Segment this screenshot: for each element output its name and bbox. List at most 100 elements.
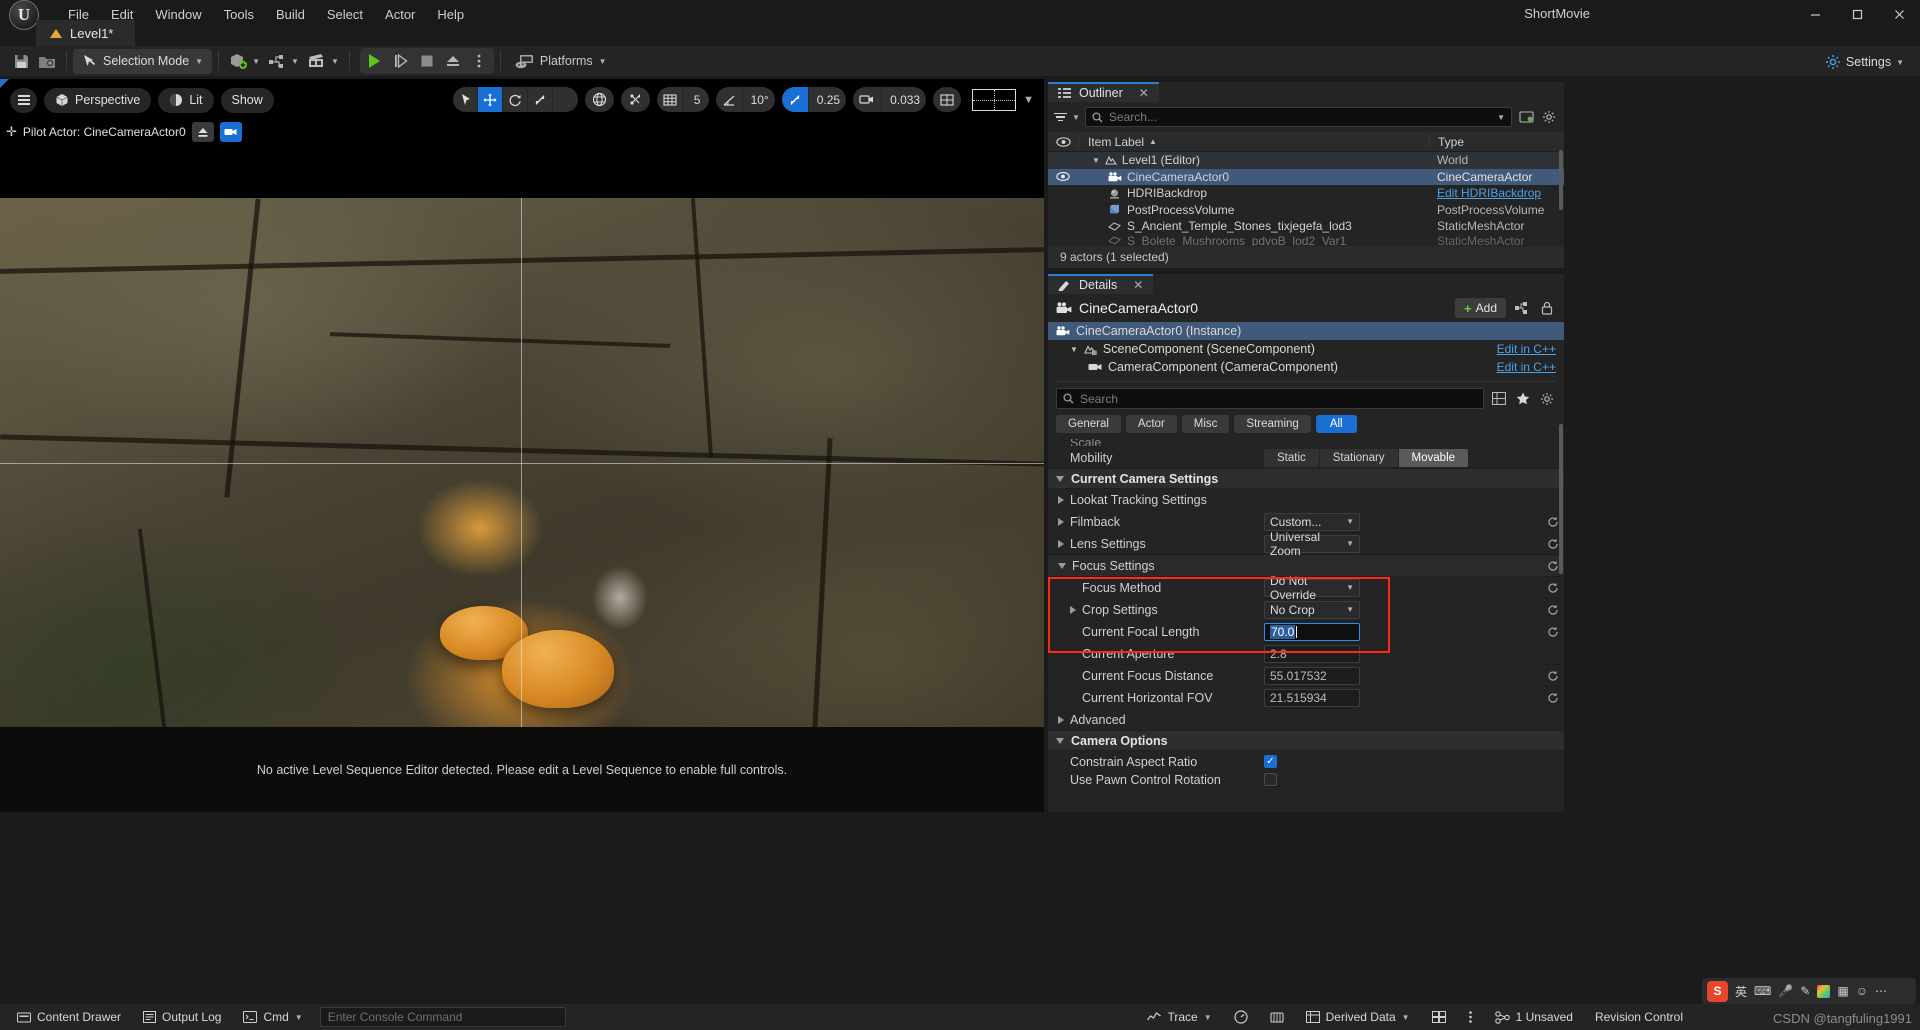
viewport-perspective-button[interactable]: Perspective [44, 87, 152, 113]
property-value-constrain-aspect[interactable]: ✓ [1260, 755, 1542, 768]
chevron-down-icon-layout[interactable]: ▼ [1023, 94, 1034, 106]
filter-chip-misc[interactable]: Misc [1181, 415, 1230, 433]
current-focus-distance-input[interactable]: 55.017532 [1264, 666, 1360, 685]
mobility-movable[interactable]: Movable [1398, 448, 1469, 467]
skip-button[interactable] [388, 49, 414, 73]
viewport-layout-icon[interactable] [972, 88, 1017, 111]
details-scrollbar[interactable] [1559, 424, 1563, 574]
close-icon-outliner[interactable]: ✕ [1139, 86, 1149, 100]
outliner-row-temple-stones[interactable]: S_Ancient_Temple_Stones_tixjegefa_lod3 S… [1048, 218, 1564, 235]
grid-snap-value[interactable]: 5 [683, 87, 709, 112]
eye-icon-cinecamera[interactable] [1048, 172, 1078, 182]
edit-in-cpp-link-scene[interactable]: Edit in C++ [1497, 342, 1556, 356]
property-value-mobility[interactable]: Static Stationary Movable [1260, 448, 1542, 467]
memory-button[interactable] [1261, 1007, 1293, 1027]
category-current-camera-settings[interactable]: Current Camera Settings [1048, 469, 1564, 489]
viewport-menu-icon[interactable] [10, 87, 37, 113]
expander-icon-lookat[interactable] [1058, 495, 1064, 504]
level-tab[interactable]: Level1* [36, 20, 136, 46]
expander-icon-ccs[interactable] [1056, 475, 1064, 482]
outliner-row-postprocessvolume[interactable]: PostProcessVolume PostProcessVolume [1048, 202, 1564, 219]
property-row-scale-clipped[interactable]: Scale [1048, 439, 1564, 447]
expander-icon-crop[interactable] [1070, 605, 1076, 614]
property-value-focus-distance[interactable]: 55.017532 [1260, 666, 1542, 685]
emoji-icon[interactable]: ☺ [1856, 984, 1868, 998]
tab-details[interactable]: Details ✕ [1048, 274, 1154, 294]
property-row-lookat-tracking[interactable]: Lookat Tracking Settings [1048, 489, 1564, 511]
column-item-label[interactable]: Item Label ▲ [1078, 134, 1429, 149]
blueprints-button[interactable]: ▼ [264, 48, 303, 74]
property-value-horizontal-fov[interactable]: 21.515934 [1260, 688, 1542, 707]
play-more-options-button[interactable] [466, 49, 492, 73]
angle-snap-icon[interactable] [715, 87, 743, 112]
property-row-current-aperture[interactable]: Current Aperture 2.8 [1048, 643, 1564, 665]
property-row-constrain-aspect-ratio[interactable]: Constrain Aspect Ratio ✓ [1048, 751, 1564, 773]
maximize-viewport-icon[interactable] [933, 87, 962, 112]
add-actor-button[interactable]: ▼ [225, 48, 264, 74]
filter-chip-general[interactable]: General [1056, 415, 1121, 433]
tab-outliner[interactable]: Outliner ✕ [1048, 82, 1159, 102]
reset-focus-distance[interactable] [1542, 670, 1564, 682]
performance-button[interactable] [1225, 1007, 1257, 1027]
property-value-focus-method[interactable]: Do Not Override ▼ [1260, 574, 1542, 602]
revision-control-button[interactable]: Revision Control [1586, 1007, 1692, 1027]
gear-icon-details[interactable] [1538, 390, 1556, 408]
property-value-aperture[interactable]: 2.8 [1260, 644, 1542, 663]
settings-icon-outliner[interactable] [1540, 108, 1558, 126]
property-value-crop[interactable]: No Crop ▼ [1260, 600, 1542, 619]
filmback-combo[interactable]: Custom... ▼ [1264, 512, 1360, 531]
rotate-gizmo-icon[interactable] [502, 87, 528, 112]
select-arrow-icon[interactable] [452, 87, 478, 112]
ime-mode-label[interactable]: 英 [1735, 983, 1747, 1000]
property-row-current-focus-distance[interactable]: Current Focus Distance 55.017532 [1048, 665, 1564, 687]
constrain-aspect-ratio-checkbox[interactable]: ✓ [1264, 755, 1277, 768]
reset-crop[interactable] [1542, 604, 1564, 616]
viewport-viewmode-button[interactable]: Lit [158, 87, 214, 113]
camera-speed-icon[interactable] [853, 87, 883, 112]
outliner-row-bolete-mushrooms[interactable]: S_Bolete_Mushrooms_pdvoB_lod2_Var1 Stati… [1048, 235, 1564, 247]
console-command-field[interactable] [327, 1010, 558, 1024]
expander-icon-lens[interactable] [1058, 539, 1064, 548]
current-aperture-input[interactable]: 2.8 [1264, 644, 1360, 663]
property-value-focal-length[interactable]: 70.0 [1260, 622, 1542, 641]
property-row-use-pawn-control-rotation[interactable]: Use Pawn Control Rotation [1048, 773, 1564, 787]
trace-button[interactable]: Trace ▼ [1138, 1007, 1220, 1027]
scale-snap-icon[interactable] [781, 87, 809, 112]
camera-icon[interactable] [219, 122, 242, 142]
lock-icon[interactable] [1538, 299, 1556, 317]
play-button[interactable] [362, 49, 388, 73]
outliner-row-level[interactable]: ▼ Level1 (Editor) World [1048, 152, 1564, 169]
add-component-button[interactable]: + Add [1455, 298, 1506, 318]
use-pawn-control-rotation-checkbox[interactable] [1264, 773, 1277, 786]
selection-mode-button[interactable]: Selection Mode ▼ [73, 48, 213, 74]
crop-settings-combo[interactable]: No Crop ▼ [1264, 600, 1360, 619]
viewport-show-button[interactable]: Show [220, 87, 274, 113]
current-focal-length-input[interactable]: 70.0 [1264, 622, 1360, 641]
focus-method-combo[interactable]: Do Not Override ▼ [1264, 574, 1360, 602]
microphone-icon[interactable]: 🎤 [1778, 984, 1793, 998]
filter-chip-streaming[interactable]: Streaming [1234, 415, 1311, 433]
column-type[interactable]: Type [1429, 134, 1564, 149]
outliner-scrollbar[interactable] [1559, 150, 1563, 210]
mobility-static[interactable]: Static [1264, 448, 1320, 467]
more-icon-ime[interactable]: ⋯ [1875, 984, 1887, 998]
filter-icon[interactable] [1054, 112, 1067, 122]
star-icon[interactable] [1514, 390, 1532, 408]
property-value-pawn-rotation[interactable] [1260, 773, 1542, 786]
grid-snap-icon[interactable] [656, 87, 684, 112]
keyboard-icon[interactable]: ⌨ [1754, 984, 1771, 998]
property-row-current-focal-length[interactable]: Current Focal Length 70.0 [1048, 621, 1564, 643]
more-options-button[interactable] [1459, 1007, 1482, 1027]
property-row-focus-method[interactable]: Focus Method Do Not Override ▼ [1048, 574, 1564, 602]
outliner-row-cinecameraactor0[interactable]: CineCameraActor0 CineCameraActor [1048, 168, 1564, 185]
output-log-button[interactable]: Output Log [134, 1007, 230, 1027]
scale-gizmo-icon[interactable] [527, 87, 553, 112]
world-space-icon[interactable] [584, 87, 614, 112]
details-search-box[interactable] [1056, 388, 1484, 409]
expander-icon-scene[interactable]: ▼ [1070, 345, 1078, 354]
expander-icon[interactable]: ▼ [1092, 156, 1100, 165]
cinematics-button[interactable]: ▼ [303, 48, 343, 74]
expander-icon-camera-options[interactable] [1056, 737, 1064, 744]
property-value-filmback[interactable]: Custom... ▼ [1260, 512, 1542, 531]
handwriting-icon[interactable]: ✎ [1800, 984, 1810, 998]
